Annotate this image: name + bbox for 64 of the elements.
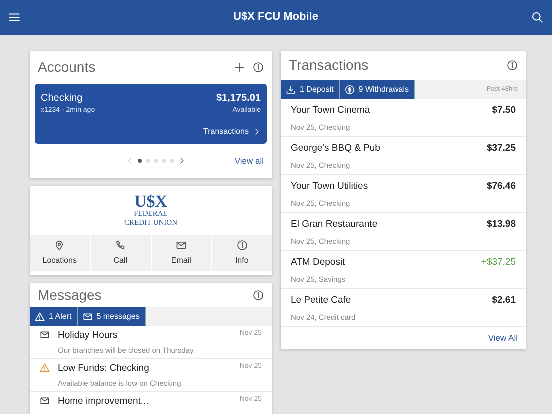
payee-name: Your Town Cinema <box>291 104 370 118</box>
info-button[interactable] <box>253 62 264 73</box>
pager-dot[interactable] <box>138 159 142 163</box>
pager-dot[interactable] <box>154 159 158 163</box>
app-title: U$X FCU Mobile <box>234 10 318 26</box>
warning-icon <box>40 363 50 373</box>
transaction-amount: $7.50 <box>492 104 516 118</box>
transaction-amount: $76.46 <box>486 180 516 194</box>
transaction-amount: +$37.25 <box>481 256 516 270</box>
info-icon <box>507 60 518 71</box>
payee-name: Your Town Utilities <box>291 180 368 194</box>
transactions-link[interactable]: Transactions <box>204 126 249 138</box>
card-title: Accounts <box>38 58 96 77</box>
view-all-link[interactable]: View all <box>234 154 264 168</box>
transaction-amount: $13.98 <box>486 218 516 232</box>
envelope-icon <box>40 330 50 340</box>
call-button[interactable]: Call <box>90 235 152 271</box>
info-button[interactable] <box>253 290 264 300</box>
logo-mark: U$X <box>134 193 168 210</box>
plus-icon <box>234 62 245 73</box>
message-title[interactable]: Home improvement... <box>58 395 149 410</box>
card-title: Messages <box>38 286 102 305</box>
transaction-amount: $2.61 <box>492 294 516 308</box>
message-title[interactable]: Holiday Hours <box>58 329 118 344</box>
envelope-icon <box>82 312 93 322</box>
menu-icon <box>8 11 21 24</box>
chevron-right-icon <box>253 128 261 136</box>
dollar-circle-icon <box>344 84 355 94</box>
account-name: Checking <box>41 92 84 106</box>
alert-filter-button[interactable]: 1 Alert <box>30 307 78 326</box>
add-button[interactable] <box>234 62 245 73</box>
info-button[interactable]: Info <box>212 235 272 271</box>
deposit-filter-button[interactable]: 1 Deposit <box>281 80 340 99</box>
chevron-right-icon <box>178 157 186 165</box>
envelope-icon <box>40 396 50 406</box>
warning-icon <box>35 312 45 322</box>
account-balance: $1,175.01 <box>216 92 261 106</box>
location-button[interactable]: Locations <box>30 235 91 271</box>
card-title: Transactions <box>289 56 369 75</box>
search-button[interactable] <box>530 11 544 24</box>
info-button[interactable] <box>507 60 518 71</box>
menu-button[interactable] <box>8 11 21 24</box>
transaction-amount: $37.25 <box>486 142 516 156</box>
download-icon <box>286 84 296 94</box>
pager-dot[interactable] <box>162 159 166 163</box>
info-icon <box>253 62 264 73</box>
pager-dot[interactable] <box>170 159 174 163</box>
next-button[interactable] <box>178 157 186 165</box>
map-pin-icon <box>54 240 66 251</box>
search-icon <box>530 11 544 24</box>
payee-name: Le Petite Cafe <box>291 294 352 308</box>
phone-icon <box>115 240 126 251</box>
info-icon <box>253 290 264 300</box>
message-filter-button[interactable]: 5 messages <box>78 307 146 326</box>
payee-name: ATM Deposit <box>291 256 346 270</box>
email-button[interactable]: Email <box>152 235 212 271</box>
pager-dot[interactable] <box>146 159 150 163</box>
withdrawal-filter-button[interactable]: 9 Withdrawals <box>340 80 416 99</box>
message-title[interactable]: Low Funds: Checking <box>58 362 150 376</box>
payee-name: El Gran Restaurante <box>291 218 378 232</box>
payee-name: George's BBQ & Pub <box>291 142 380 156</box>
info-icon <box>236 240 248 251</box>
view-all-link[interactable]: View All <box>488 332 518 344</box>
envelope-icon <box>176 240 187 251</box>
